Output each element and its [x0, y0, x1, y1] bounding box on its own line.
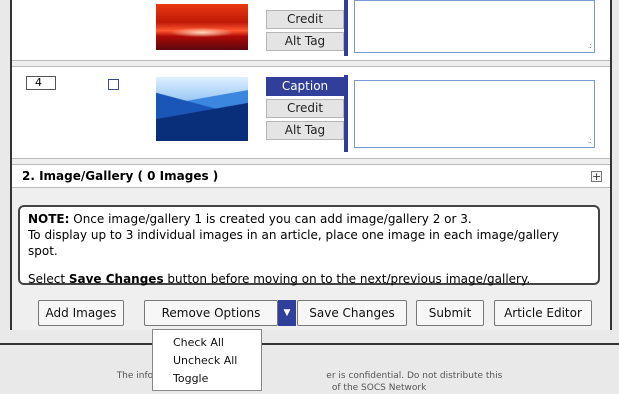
mountains-thumbnail[interactable] [156, 77, 248, 141]
alt-tag-button[interactable]: Alt Tag [266, 121, 344, 140]
resize-grip-icon[interactable]: .: [588, 42, 592, 50]
caption-textarea[interactable]: .: [354, 0, 595, 53]
caption-button[interactable]: Caption [266, 77, 344, 96]
plus-icon[interactable]: + [591, 171, 602, 182]
select-checkbox[interactable] [108, 79, 119, 90]
sunset-thumbnail[interactable] [156, 4, 248, 50]
save-changes-button[interactable]: Save Changes [297, 300, 407, 326]
image-row-4: 4 Caption Credit Alt Tag .: [12, 66, 610, 159]
credit-button[interactable]: Credit [266, 99, 344, 118]
menu-item-uncheck-all[interactable]: Uncheck All [153, 353, 261, 368]
menu-item-toggle[interactable]: Toggle [153, 371, 261, 386]
footer-disclaimer: The information contaer is confidential.… [116, 371, 503, 393]
remove-options-menu: Check All Uncheck All Toggle [152, 329, 262, 391]
article-editor-button[interactable]: Article Editor [494, 300, 592, 326]
note-line-1: NOTE: Once image/gallery 1 is created yo… [28, 212, 472, 226]
credit-button[interactable]: Credit [266, 10, 344, 29]
remove-options-button[interactable]: Remove Options [144, 300, 278, 326]
image-gallery-panel: Credit Alt Tag .: 4 Caption Credit Alt T… [10, 0, 612, 330]
submit-button[interactable]: Submit [416, 300, 484, 326]
order-number-input[interactable]: 4 [26, 76, 56, 90]
alt-tag-button[interactable]: Alt Tag [266, 32, 344, 51]
image-meta-buttons: Credit Alt Tag [266, 10, 344, 54]
add-images-button[interactable]: Add Images [38, 300, 124, 326]
image-row-3: Credit Alt Tag .: [12, 0, 610, 61]
note-line-3: Select Save Changes button before moving… [28, 272, 531, 286]
image-meta-buttons: Caption Credit Alt Tag [266, 77, 344, 143]
note-line-2: To display up to 3 individual images in … [28, 228, 559, 258]
active-field-indicator [344, 0, 348, 56]
footer-divider [0, 343, 619, 345]
caption-textarea[interactable]: .: [354, 80, 595, 148]
menu-item-check-all[interactable]: Check All [153, 335, 261, 350]
resize-grip-icon[interactable]: .: [588, 137, 592, 145]
chevron-down-icon[interactable]: ▼ [278, 300, 296, 326]
gallery-section-header[interactable]: 2. Image/Gallery ( 0 Images ) + [12, 164, 610, 188]
section-title: 2. Image/Gallery ( 0 Images ) [22, 169, 219, 183]
active-field-indicator [344, 75, 348, 152]
note-box: NOTE: Once image/gallery 1 is created yo… [18, 205, 600, 286]
